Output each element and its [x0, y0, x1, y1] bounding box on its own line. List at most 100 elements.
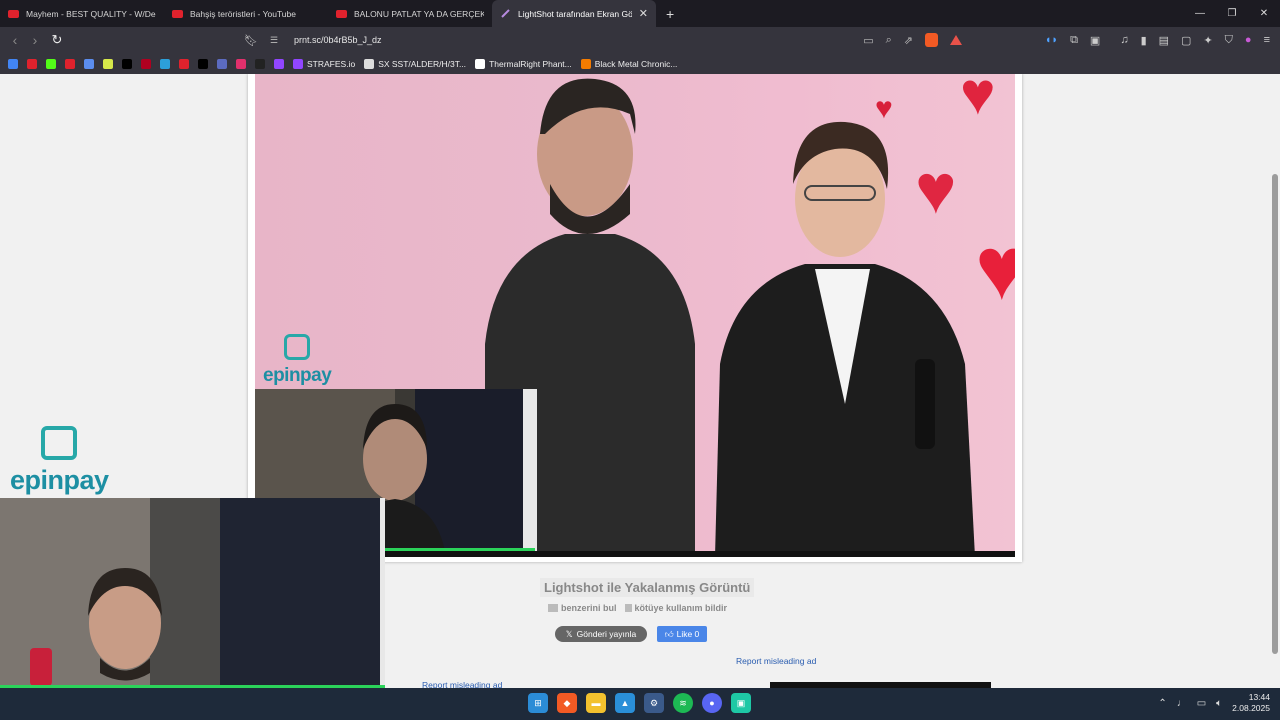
app-icon[interactable]: ▣ — [731, 693, 751, 713]
taskbar-apps: ⊞ ◆ ▬ ▲ ⚙ ≋ ● ▣ — [528, 693, 751, 713]
bookmark-favicon-icon — [236, 58, 246, 69]
profile-icon[interactable]: ● — [1245, 34, 1252, 46]
bookmark-favicon-icon — [580, 58, 591, 69]
close-button[interactable]: ✕ — [1248, 0, 1280, 27]
tab-title: Bahşiş teröristleri - YouTube — [190, 8, 296, 19]
restore-button[interactable]: ❐ — [1216, 0, 1248, 27]
bookmark-label: ThermalRight Phant... — [489, 58, 572, 69]
media-icon[interactable]: ♫ — [1120, 34, 1128, 46]
like-label: Like 0 — [676, 629, 700, 639]
bookmark-item[interactable] — [8, 58, 18, 69]
microphone-icon[interactable]: ♩ — [1177, 698, 1187, 709]
scrollbar-thumb[interactable] — [1272, 174, 1278, 654]
bookmark-label: STRAFES.io — [307, 58, 356, 69]
forward-icon[interactable]: › — [25, 32, 45, 48]
bookmark-item[interactable] — [122, 58, 132, 69]
toolbar: ‹ › ↻ 🔖︎ ☰ prnt.sc/0b4rB5b_J_dz ▭ ⌕ ⇗ ◖◗… — [0, 27, 1280, 53]
bookmark-item[interactable] — [141, 58, 151, 69]
tweet-label: Gönderi yayınla — [576, 629, 637, 639]
bookmark-item[interactable] — [274, 58, 284, 69]
volume-icon[interactable]: 🔈︎ — [1216, 698, 1222, 709]
reload-icon[interactable]: ↻ — [47, 32, 67, 48]
zoom-icon[interactable]: ⌕ — [886, 34, 892, 47]
clock[interactable]: 13:44 2.08.2025 — [1232, 692, 1270, 714]
bookmark-item[interactable]: STRAFES.io — [293, 58, 356, 69]
brave-shields-icon[interactable] — [925, 33, 938, 47]
bookmark-favicon-icon — [179, 58, 189, 69]
tab-2[interactable]: BALONU PATLAT YA DA GERÇEK AŞK — [328, 0, 492, 27]
page-scrollbar[interactable] — [1270, 74, 1280, 688]
screenshot-icon[interactable]: ▣ — [1090, 34, 1100, 47]
bookmark-item[interactable] — [198, 58, 208, 69]
bookmark-favicon-icon — [65, 58, 75, 69]
tab-1[interactable]: Bahşiş teröristleri - YouTube — [164, 0, 328, 27]
report-abuse-link[interactable]: kötüye kullanım bildir — [624, 603, 727, 613]
vpn-icon[interactable]: ⛉ — [1225, 34, 1233, 47]
bookmark-favicon-icon — [160, 58, 170, 69]
bookmark-favicon-icon — [84, 58, 94, 69]
epinpay-watermark-small: epinpay — [263, 334, 332, 387]
discord-icon[interactable]: ● — [702, 693, 722, 713]
bookmark-item[interactable] — [160, 58, 170, 69]
report-ad-link[interactable]: Report misleading ad — [422, 680, 502, 688]
clock-date: 2.08.2025 — [1232, 703, 1270, 713]
close-tab-icon[interactable]: ✕ — [639, 7, 648, 20]
bookmark-item[interactable] — [84, 58, 94, 69]
menu-icon[interactable]: ≡ — [1264, 34, 1270, 46]
site-info-icon[interactable]: ☰ — [270, 35, 284, 46]
windows-start-icon[interactable]: ⊞ — [528, 693, 548, 713]
brave-rewards-icon[interactable] — [950, 35, 962, 45]
tab-3[interactable]: LightShot tarafından Ekran Görü ✕ — [492, 0, 656, 27]
facebook-like-button[interactable]: 👍︎ Like 0 — [657, 626, 707, 642]
youtube-icon — [336, 9, 347, 18]
bookmark-favicon-icon — [293, 58, 303, 69]
leo-ai-icon[interactable]: ✦ — [1203, 34, 1212, 47]
bookmark-item[interactable] — [46, 58, 56, 69]
brave-browser-icon[interactable]: ◆ — [557, 693, 577, 713]
minimize-button[interactable]: — — [1184, 0, 1216, 27]
window-controls: — ❐ ✕ — [1184, 0, 1280, 27]
bookmark-item[interactable] — [179, 58, 189, 69]
address-bar[interactable]: 🔖︎ ☰ prnt.sc/0b4rB5b_J_dz ▭ ⌕ ⇗ — [244, 28, 962, 52]
steam-icon[interactable]: ⚙ — [644, 693, 664, 713]
bookmark-label: SX SST/ALDER/H/3T... — [378, 58, 467, 69]
chevron-up-icon[interactable]: ⌃ — [1158, 698, 1166, 709]
bookmark-item[interactable]: ThermalRight Phant... — [475, 58, 572, 69]
display-icon[interactable]: ▭ — [1197, 698, 1206, 709]
clock-time: 13:44 — [1248, 692, 1270, 702]
page-content: ♥ ♥ ♥ ♥ epinpay Lightshot ile Yakalanmış… — [0, 74, 1270, 688]
bookmark-favicon-icon — [198, 58, 208, 69]
reading-list-icon[interactable]: ▤ — [1159, 34, 1169, 47]
back-icon[interactable]: ‹ — [5, 32, 25, 48]
share-icon[interactable]: ⇗ — [904, 34, 913, 47]
extensions-icon[interactable]: ⧉ — [1070, 34, 1078, 47]
bookmark-item[interactable] — [65, 58, 75, 69]
bookmark-item[interactable]: SX SST/ALDER/H/3T... — [364, 58, 467, 69]
x-logo-icon: 𝕏 — [565, 628, 573, 639]
spotify-icon[interactable]: ≋ — [673, 693, 693, 713]
sidebar-icon[interactable]: ▮ — [1141, 34, 1147, 47]
tweet-button[interactable]: 𝕏 Gönderi yayınla — [555, 626, 647, 642]
windows-taskbar: ⊞ ◆ ▬ ▲ ⚙ ≋ ● ▣ ⌃ ♩ ▭ 🔈︎ 13:44 2.08.2025 — [0, 688, 1280, 720]
url-text[interactable]: prnt.sc/0b4rB5b_J_dz — [294, 35, 382, 45]
bookmark-icon[interactable]: 🔖︎ — [244, 34, 258, 47]
bookmark-item[interactable]: Black Metal Chronic... — [580, 58, 677, 69]
bookmark-item[interactable] — [103, 58, 113, 69]
bookmark-item[interactable] — [236, 58, 246, 69]
file-explorer-icon[interactable]: ▬ — [586, 693, 606, 713]
image-actions: benzerini bul kötüye kullanım bildir — [548, 603, 727, 613]
photos-icon[interactable]: ▲ — [615, 693, 635, 713]
tab-0[interactable]: Mayhem - BEST QUALITY - W/Dead / — [0, 0, 164, 27]
new-tab-button[interactable]: + — [656, 0, 684, 27]
bookmark-favicon-icon — [103, 58, 113, 69]
wallet-card-icon[interactable]: ▢ — [1181, 34, 1191, 47]
page-title: Lightshot ile Yakalanmış Görüntü — [540, 578, 755, 597]
trash-icon — [624, 604, 632, 612]
bookmark-item[interactable] — [255, 58, 265, 69]
find-similar-link[interactable]: benzerini bul — [548, 603, 617, 613]
cast-icon[interactable]: ▭ — [863, 34, 873, 47]
bookmark-item[interactable] — [27, 58, 37, 69]
report-ad-link[interactable]: Report misleading ad — [736, 656, 816, 666]
bookmark-item[interactable] — [217, 58, 227, 69]
wallet-icon[interactable]: ◖◗ — [1045, 34, 1058, 46]
